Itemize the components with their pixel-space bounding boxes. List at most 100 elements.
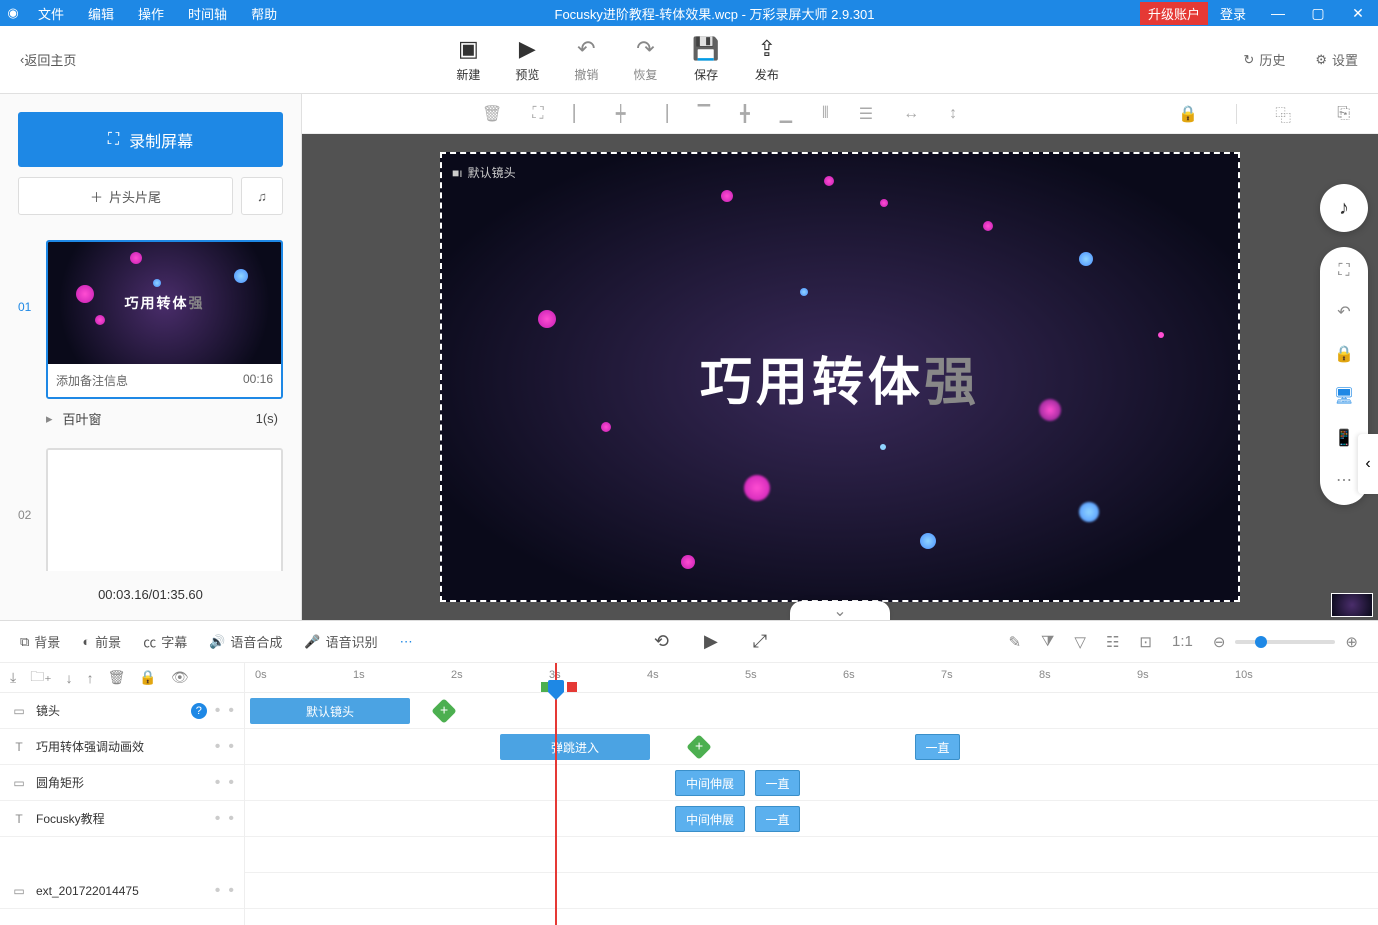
transition-row[interactable]: ▸ 百叶窗 1(s) [18,399,283,433]
menu-file[interactable]: 文件 [26,4,76,23]
eye-icon[interactable]: 👁 [171,669,189,686]
collapse-timeline-tab[interactable]: ⌄ [790,601,890,620]
track-row[interactable]: 默认镜头 [245,693,1378,729]
edit-icon[interactable]: ✎ [1008,633,1021,651]
zoom-in-icon[interactable]: ⊕ [1345,633,1358,651]
track-header-camera[interactable]: ▭镜头?•• [0,693,244,729]
canvas-viewport[interactable]: ■ı默认镜头 巧用转体强 ♪ ⛶ ↶ 🔒 🖥 📱 ⋯ [302,134,1378,620]
track-header-shape[interactable]: ▭圆角矩形•• [0,765,244,801]
out-marker[interactable] [567,682,577,692]
time-ruler[interactable]: 0s 1s 2s 3s 4s 5s 6s 7s 8s 9s 10s [245,663,1378,693]
minimap[interactable] [1331,593,1373,617]
up-icon[interactable]: ↑ [87,670,94,686]
clip-always[interactable]: 一直 [755,806,800,832]
slide-thumbnail[interactable] [48,450,281,571]
menu-timeline[interactable]: 时间轴 [176,4,239,23]
mobile-icon[interactable]: 📱 [1330,428,1358,448]
tab-tts[interactable]: 🔊语音合成 [209,632,282,651]
track-row[interactable]: 中间伸展 一直 [245,765,1378,801]
save-button[interactable]: 💾保存 [692,36,719,83]
music-fab[interactable]: ♪ [1320,184,1368,232]
clip-expand[interactable]: 中间伸展 [675,770,745,796]
bracket-icon[interactable]: ⊡ [1139,633,1152,651]
keyframe-add[interactable] [431,698,456,723]
lock-icon[interactable]: 🔒 [1170,104,1206,124]
undo-button[interactable]: ↶撤销 [574,36,598,83]
slide-caption[interactable]: 添加备注信息 [56,372,128,389]
new-button[interactable]: ▣新建 [456,36,480,83]
funnel-icon[interactable]: ▽ [1074,633,1086,651]
settings-button[interactable]: ⚙ 设置 [1315,50,1358,69]
settings-icon[interactable]: ☷ [1106,633,1119,651]
align-bottom-icon[interactable]: ▁ [780,104,792,124]
crop-icon[interactable]: ⛶ [532,105,543,123]
playhead[interactable] [555,663,557,925]
login-button[interactable]: 登录 [1208,4,1258,23]
clip-expand[interactable]: 中间伸展 [675,806,745,832]
more-icon[interactable]: ⋯ [1330,470,1358,490]
distribute-h-icon[interactable]: ⫴ [822,105,829,123]
clip-always[interactable]: 一直 [915,734,960,760]
lock-icon[interactable]: 🔒 [139,669,156,686]
tab-asr[interactable]: 🎤语音识别 [304,632,377,651]
redo-button[interactable]: ↷恢复 [633,36,657,83]
fullscreen-icon[interactable]: ⛶ [1330,262,1358,280]
menu-help[interactable]: 帮助 [239,4,289,23]
distribute-v-icon[interactable]: ☰ [859,104,873,124]
expand-panel-tab[interactable]: ‹ [1358,434,1378,494]
zoom-out-icon[interactable]: ⊖ [1213,633,1226,651]
filter-icon[interactable]: ⧩ [1041,633,1054,651]
rewind-icon[interactable]: ⟲ [654,631,669,652]
delete-icon[interactable]: 🗑 [482,104,502,124]
tab-background[interactable]: ⧉背景 [20,632,60,651]
undo-icon[interactable]: ↶ [1330,302,1358,322]
titles-button[interactable]: ＋片头片尾 [18,177,233,215]
align-left-icon[interactable]: ▏ [574,104,586,124]
zoom-slider[interactable]: ⊖ ⊕ [1213,633,1358,651]
same-width-icon[interactable]: ↔ [903,105,919,123]
clip-always[interactable]: 一直 [755,770,800,796]
more-tabs[interactable]: ⋯ [400,634,413,650]
menu-action[interactable]: 操作 [126,4,176,23]
ratio-icon[interactable]: 1:1 [1172,633,1193,651]
clip-bounce[interactable]: 弹跳进入 [500,734,650,760]
menu-edit[interactable]: 编辑 [76,4,126,23]
lock-icon[interactable]: 🔒 [1330,344,1358,364]
copy-icon[interactable]: ⿻ [1267,102,1299,126]
clip-camera[interactable]: 默认镜头 [250,698,410,724]
align-right-icon[interactable]: ▕ [655,104,667,124]
folder-icon[interactable]: 🗀₊ [30,666,51,690]
desktop-icon[interactable]: 🖥 [1330,386,1358,406]
track-header-text1[interactable]: T巧用转体强调动画效•• [0,729,244,765]
expand-icon[interactable]: ⤢ [753,631,767,652]
track-row[interactable]: 弹跳进入 一直 [245,729,1378,765]
history-button[interactable]: ↻ 历史 [1243,50,1285,69]
down-icon[interactable]: ↓ [66,670,73,686]
back-button[interactable]: ‹ 返回主页 [20,50,76,69]
align-center-h-icon[interactable]: ┿ [616,104,626,124]
upgrade-button[interactable]: 升级账户 [1140,2,1208,25]
align-top-icon[interactable]: ▔ [698,104,710,124]
tab-subtitle[interactable]: ㏄字幕 [143,632,187,651]
same-height-icon[interactable]: ↕ [949,105,957,123]
delete-icon[interactable]: 🗑 [108,669,126,686]
slide-item[interactable]: 01 巧用转体强 添加备注信息 00:16 [18,240,283,399]
close-icon[interactable]: ✕ [1338,5,1378,22]
track-row[interactable] [245,837,1378,873]
publish-button[interactable]: ⇪发布 [755,36,779,83]
slide-item[interactable]: 02 [18,448,283,571]
minimize-icon[interactable]: — [1258,5,1298,21]
track-row[interactable]: 中间伸展 一直 [245,801,1378,837]
record-screen-button[interactable]: ⛶ 录制屏幕 [18,112,283,167]
canvas-frame[interactable]: ■ı默认镜头 巧用转体强 [440,152,1240,602]
preview-button[interactable]: ▶预览 [515,36,539,83]
import-icon[interactable]: ⤓ [10,669,16,686]
maximize-icon[interactable]: ▢ [1298,5,1338,22]
timeline-tracks[interactable]: 0s 1s 2s 3s 4s 5s 6s 7s 8s 9s 10s 默认镜头 弹… [245,663,1378,925]
tab-foreground[interactable]: ◐前景 [82,632,121,651]
paste-icon[interactable]: ⎘ [1329,105,1358,123]
slide-thumbnail[interactable]: 巧用转体强 [48,242,281,364]
music-button[interactable]: ♫ [241,177,283,215]
track-row[interactable] [245,873,1378,909]
keyframe-add[interactable] [686,734,711,759]
